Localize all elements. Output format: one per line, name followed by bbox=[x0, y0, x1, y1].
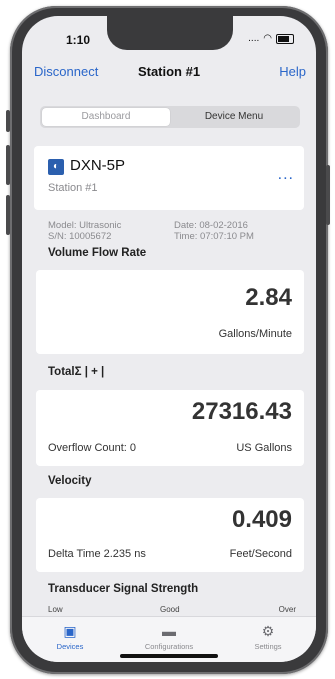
battery-icon bbox=[276, 33, 294, 44]
total-card: 27316.43 Overflow Count: 0 US Gallons bbox=[36, 390, 304, 466]
home-indicator[interactable] bbox=[120, 654, 218, 658]
device-name: DXN-5P bbox=[70, 157, 126, 174]
devices-icon: ▣ bbox=[63, 623, 77, 639]
notch bbox=[107, 16, 233, 50]
folder-icon: ▬ bbox=[162, 623, 176, 639]
wifi-icon: ◠ bbox=[263, 33, 272, 44]
gear-icon: ⚙ bbox=[261, 623, 275, 639]
side-button-volume-up bbox=[6, 145, 10, 185]
tab-devices[interactable]: ▣ Devices bbox=[30, 623, 110, 651]
side-button-mute bbox=[6, 110, 10, 132]
status-icons: .... ◠ bbox=[248, 33, 294, 44]
device-station: Station #1 bbox=[48, 182, 98, 194]
tab-configurations[interactable]: ▬ Configurations bbox=[129, 623, 209, 651]
tab-dashboard[interactable]: Dashboard bbox=[42, 108, 170, 126]
device-card[interactable]: ◐ DXN-5P Station #1 ... bbox=[34, 146, 304, 210]
signal-strength-label: Transducer Signal Strength bbox=[48, 583, 199, 595]
navigation-bar: Disconnect Station #1 Help bbox=[22, 64, 316, 88]
velocity-value: 0.409 bbox=[231, 506, 292, 533]
device-model: Model: Ultrasonic bbox=[48, 220, 122, 231]
side-button-volume-down bbox=[6, 195, 10, 235]
segmented-control: Dashboard Device Menu bbox=[40, 106, 300, 128]
tab-devices-label: Devices bbox=[56, 642, 84, 651]
tab-settings-label: Settings bbox=[254, 642, 282, 651]
signal-dots: .... bbox=[248, 33, 260, 44]
status-time: 1:10 bbox=[66, 33, 91, 47]
signal-over-label: Over bbox=[278, 605, 296, 614]
device-serial: S/N: 10005672 bbox=[48, 231, 112, 242]
device-time: Time: 07:07:10 PM bbox=[174, 231, 254, 242]
help-button[interactable]: Help bbox=[279, 64, 306, 79]
more-options-icon[interactable]: ... bbox=[278, 166, 294, 184]
volume-flow-unit: Gallons/Minute bbox=[218, 328, 292, 340]
volume-flow-card: 2.84 Gallons/Minute bbox=[36, 270, 304, 354]
device-date: Date: 08-02-2016 bbox=[174, 220, 248, 231]
tab-configurations-label: Configurations bbox=[144, 642, 194, 651]
tab-device-menu[interactable]: Device Menu bbox=[170, 108, 298, 126]
velocity-unit: Feet/Second bbox=[229, 548, 292, 560]
signal-good-label: Good bbox=[160, 605, 180, 614]
screen: 1:10 .... ◠ Disconnect Station #1 Help D… bbox=[22, 16, 316, 662]
overflow-count: Overflow Count: 0 bbox=[48, 442, 137, 454]
velocity-label: Velocity bbox=[48, 475, 92, 487]
device-logo-icon: ◐ bbox=[48, 159, 64, 175]
volume-flow-value: 2.84 bbox=[245, 284, 292, 311]
signal-low-label: Low bbox=[48, 605, 63, 614]
delta-time: Delta Time 2.235 ns bbox=[48, 548, 146, 560]
side-button-power bbox=[326, 165, 330, 225]
volume-flow-label: Volume Flow Rate bbox=[48, 247, 147, 259]
total-unit: US Gallons bbox=[236, 442, 292, 454]
tab-settings[interactable]: ⚙ Settings bbox=[228, 623, 308, 651]
page-title: Station #1 bbox=[137, 64, 201, 79]
total-label: TotalΣ | + | bbox=[48, 366, 105, 378]
velocity-card: 0.409 Delta Time 2.235 ns Feet/Second bbox=[36, 498, 304, 572]
total-value: 27316.43 bbox=[191, 398, 292, 425]
